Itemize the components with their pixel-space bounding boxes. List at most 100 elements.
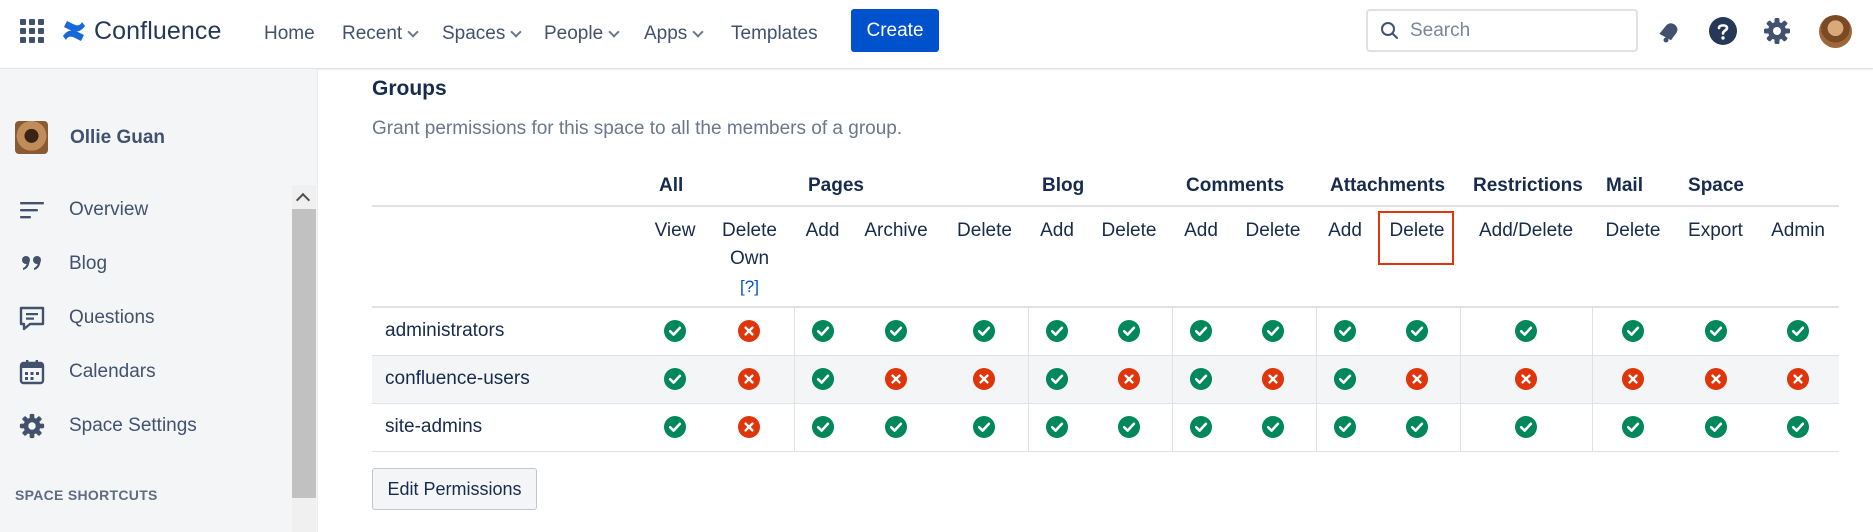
permission-cell <box>851 307 941 356</box>
nav-templates[interactable]: Templates <box>731 20 818 48</box>
permission-cell <box>1027 403 1086 452</box>
permission-granted-icon <box>1261 416 1284 438</box>
permission-cell <box>645 355 705 404</box>
permission-denied-icon <box>1261 368 1284 390</box>
column-group-blog: Blog <box>1028 165 1172 207</box>
space-sidebar: Ollie Guan Overview Blog Questions Calen… <box>0 69 318 532</box>
user-avatar <box>15 121 48 154</box>
create-button[interactable]: Create <box>851 9 939 52</box>
nav-home[interactable]: Home <box>264 20 315 48</box>
permission-cell <box>645 403 705 452</box>
nav-people-label: People <box>544 23 604 44</box>
profile-avatar[interactable] <box>1819 15 1852 48</box>
nav-home-label: Home <box>264 23 315 44</box>
table-row: administrators <box>372 307 1840 356</box>
help-icon[interactable] <box>1707 15 1739 47</box>
permission-granted-icon <box>1334 416 1357 438</box>
permission-granted-icon <box>1622 320 1645 343</box>
nav-apps[interactable]: Apps <box>644 20 704 48</box>
column-group-attachments: Attachments <box>1316 165 1461 207</box>
chevron-down-icon <box>692 25 704 38</box>
permission-granted-icon <box>1117 416 1140 438</box>
permission-cell <box>941 355 1028 404</box>
chevron-down-icon <box>510 25 523 38</box>
sidebar-item-calendars[interactable]: Calendars <box>18 356 156 388</box>
permission-granted-icon <box>1704 416 1727 438</box>
overview-icon <box>18 196 46 224</box>
column-header: Admin <box>1757 206 1840 308</box>
permission-cell <box>705 355 794 404</box>
space-shortcuts-heading: SPACE SHORTCUTS <box>15 487 158 503</box>
group-name: confluence-users <box>372 355 645 404</box>
permission-granted-icon <box>1046 368 1069 390</box>
search-box[interactable] <box>1366 9 1638 52</box>
column-header-label: Delete Own <box>722 220 777 269</box>
column-header-highlighted: Delete <box>1374 206 1461 308</box>
permission-denied-icon <box>973 368 996 390</box>
permission-cell <box>1374 355 1461 404</box>
calendar-icon <box>18 358 46 386</box>
permission-cell <box>941 403 1028 452</box>
permission-granted-icon <box>1334 368 1357 390</box>
sidebar-item-overview[interactable]: Overview <box>18 194 148 226</box>
help-link[interactable]: [?] <box>740 277 759 296</box>
permission-granted-icon <box>1190 320 1213 343</box>
group-name-subheader <box>372 206 645 308</box>
sidebar-item-space-settings[interactable]: Space Settings <box>18 410 197 442</box>
scroll-up-arrow-icon[interactable] <box>295 192 311 208</box>
permission-cell <box>1086 307 1172 356</box>
confluence-logo-icon <box>63 21 85 41</box>
notifications-icon[interactable] <box>1653 15 1685 47</box>
permission-cell <box>1230 355 1316 404</box>
sidebar-user-name: Ollie Guan <box>70 126 166 148</box>
permission-denied-icon <box>1117 368 1140 390</box>
permission-cell <box>1674 355 1758 404</box>
permission-cell <box>851 403 941 452</box>
permission-cell <box>1315 403 1374 452</box>
sidebar-item-label: Blog <box>69 253 108 274</box>
permission-cell <box>1757 307 1840 356</box>
group-name-header <box>372 165 645 207</box>
permission-cell <box>1086 355 1172 404</box>
sidebar-user[interactable]: Ollie Guan <box>15 121 165 154</box>
permission-cell <box>1027 355 1086 404</box>
permission-denied-icon <box>1787 368 1810 390</box>
permission-denied-icon <box>885 368 907 390</box>
permission-cell <box>793 307 851 356</box>
nav-spaces[interactable]: Spaces <box>442 20 523 48</box>
column-group-mail: Mail <box>1592 165 1675 207</box>
column-header: Delete <box>941 206 1028 308</box>
nav-recent[interactable]: Recent <box>342 20 419 48</box>
sidebar-item-label: Overview <box>69 199 149 220</box>
questions-icon <box>18 304 46 332</box>
settings-icon[interactable] <box>1761 15 1793 47</box>
top-navigation: Confluence Home Recent Spaces People App… <box>0 0 1873 69</box>
nav-people[interactable]: People <box>544 20 620 48</box>
permission-cell <box>851 355 941 404</box>
column-header: Add <box>1172 206 1230 308</box>
permission-cell <box>1459 403 1593 452</box>
logo-text: Confluence <box>94 16 222 45</box>
permission-cell <box>1171 307 1230 356</box>
group-name: site-admins <box>372 403 645 452</box>
permission-granted-icon <box>885 416 907 438</box>
search-input[interactable] <box>1410 19 1620 42</box>
column-header: Delete <box>1086 206 1172 308</box>
column-header-delete-own: Delete Own [?] <box>705 206 794 308</box>
permission-granted-icon <box>811 416 834 438</box>
permission-denied-icon <box>738 416 761 438</box>
permission-cell <box>1027 307 1086 356</box>
sidebar-item-blog[interactable]: Blog <box>18 248 107 280</box>
permission-granted-icon <box>1190 416 1213 438</box>
app-switcher-icon[interactable] <box>20 19 44 43</box>
scrollbar-thumb[interactable] <box>292 209 316 498</box>
sidebar-scrollbar[interactable] <box>292 185 316 532</box>
permission-denied-icon <box>738 368 761 390</box>
permission-cell <box>1591 403 1675 452</box>
permission-denied-icon <box>1622 368 1645 390</box>
permission-granted-icon <box>973 320 996 343</box>
confluence-logo[interactable]: Confluence <box>60 14 221 48</box>
edit-permissions-button[interactable]: Edit Permissions <box>372 468 537 510</box>
permission-granted-icon <box>811 320 834 343</box>
sidebar-item-questions[interactable]: Questions <box>18 302 155 334</box>
